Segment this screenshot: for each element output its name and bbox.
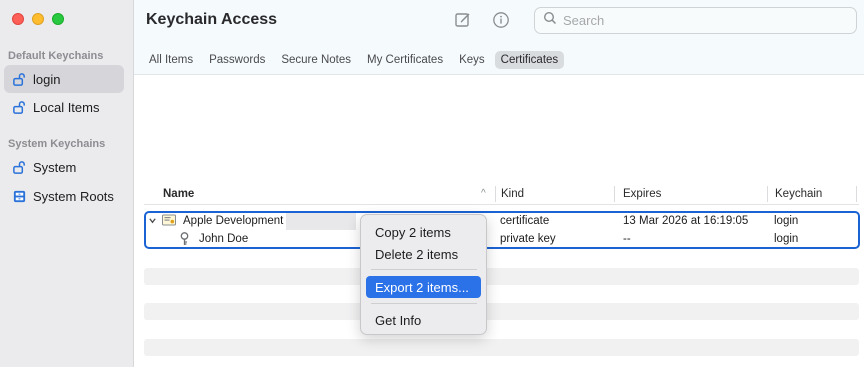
info-icon[interactable]: [490, 9, 512, 31]
empty-row: [144, 303, 859, 320]
sidebar: Default Keychains login Local Items Syst…: [0, 0, 134, 367]
sidebar-item-label: Local Items: [33, 99, 100, 115]
sort-ascending-icon[interactable]: ^: [481, 188, 486, 199]
sidebar-item-system-roots[interactable]: System Roots: [4, 182, 124, 210]
menu-item-delete[interactable]: Delete 2 items: [366, 243, 481, 265]
row-name: John Doe: [199, 233, 249, 245]
sidebar-section-system-keychains: System Keychains: [8, 138, 106, 150]
column-divider[interactable]: [856, 186, 857, 202]
sidebar-item-system[interactable]: System: [4, 153, 124, 181]
search-icon: [543, 11, 557, 30]
titlebar: Keychain Access: [134, 0, 864, 45]
sidebar-section-default-keychains: Default Keychains: [8, 50, 104, 62]
menu-separator: [371, 303, 477, 304]
tab-my-certificates[interactable]: My Certificates: [361, 51, 449, 69]
zoom-window-button[interactable]: [52, 13, 64, 25]
compose-icon[interactable]: [452, 9, 474, 31]
table-header: Name ^ Kind Expires Keychain: [144, 183, 859, 205]
menu-item-export[interactable]: Export 2 items...: [366, 276, 481, 298]
empty-row: [144, 268, 859, 285]
main-pane: Keychain Access All Items Passwords Secu…: [134, 0, 864, 367]
traffic-lights: [12, 13, 64, 25]
column-header-keychain[interactable]: Keychain: [775, 188, 822, 200]
context-menu: Copy 2 items Delete 2 items Export 2 ite…: [360, 214, 487, 335]
key-icon: [179, 232, 190, 249]
empty-row: [144, 339, 859, 356]
cabinet-icon: [11, 188, 27, 204]
search-field[interactable]: [534, 7, 857, 34]
sidebar-item-label: login: [33, 71, 61, 87]
sidebar-item-local-items[interactable]: Local Items: [4, 93, 124, 121]
tab-all-items[interactable]: All Items: [143, 51, 199, 69]
menu-item-get-info[interactable]: Get Info: [366, 309, 481, 331]
row-expires: 13 Mar 2026 at 16:19:05: [623, 215, 749, 227]
menu-separator: [371, 269, 477, 270]
lock-open-icon: [11, 159, 27, 175]
menu-item-copy[interactable]: Copy 2 items: [366, 221, 481, 243]
sidebar-item-label: System: [33, 159, 77, 175]
minimize-window-button[interactable]: [32, 13, 44, 25]
row-keychain: login: [774, 215, 799, 227]
certificate-icon: [162, 214, 176, 230]
row-keychain: login: [774, 233, 799, 245]
tab-passwords[interactable]: Passwords: [203, 51, 271, 69]
tab-secure-notes[interactable]: Secure Notes: [275, 51, 357, 69]
search-input[interactable]: [563, 13, 843, 28]
sidebar-item-label: System Roots: [33, 188, 114, 204]
table-row[interactable]: John Doe private key -- login: [146, 231, 858, 248]
row-name: Apple Development: [183, 215, 284, 227]
tab-keys[interactable]: Keys: [453, 51, 491, 69]
row-kind: private key: [500, 233, 556, 245]
column-divider[interactable]: [767, 186, 768, 202]
lock-open-icon: [11, 71, 27, 87]
window-title: Keychain Access: [146, 11, 278, 28]
column-header-expires[interactable]: Expires: [623, 188, 661, 200]
column-header-kind[interactable]: Kind: [501, 188, 524, 200]
column-header-name[interactable]: Name: [163, 188, 194, 200]
sidebar-item-login[interactable]: login: [4, 65, 124, 93]
tab-certificates[interactable]: Certificates: [494, 50, 565, 69]
category-tabs: All Items Passwords Secure Notes My Cert…: [134, 45, 864, 75]
table-row[interactable]: Apple Development certificate 13 Mar 202…: [146, 213, 858, 230]
column-divider[interactable]: [495, 186, 496, 202]
column-divider[interactable]: [614, 186, 615, 202]
redacted-region: [286, 213, 356, 230]
disclosure-chevron-icon[interactable]: [148, 216, 157, 228]
lock-open-icon: [11, 99, 27, 115]
close-window-button[interactable]: [12, 13, 24, 25]
row-expires: --: [623, 233, 631, 245]
selected-rows: Apple Development certificate 13 Mar 202…: [144, 211, 860, 249]
row-kind: certificate: [500, 215, 550, 227]
